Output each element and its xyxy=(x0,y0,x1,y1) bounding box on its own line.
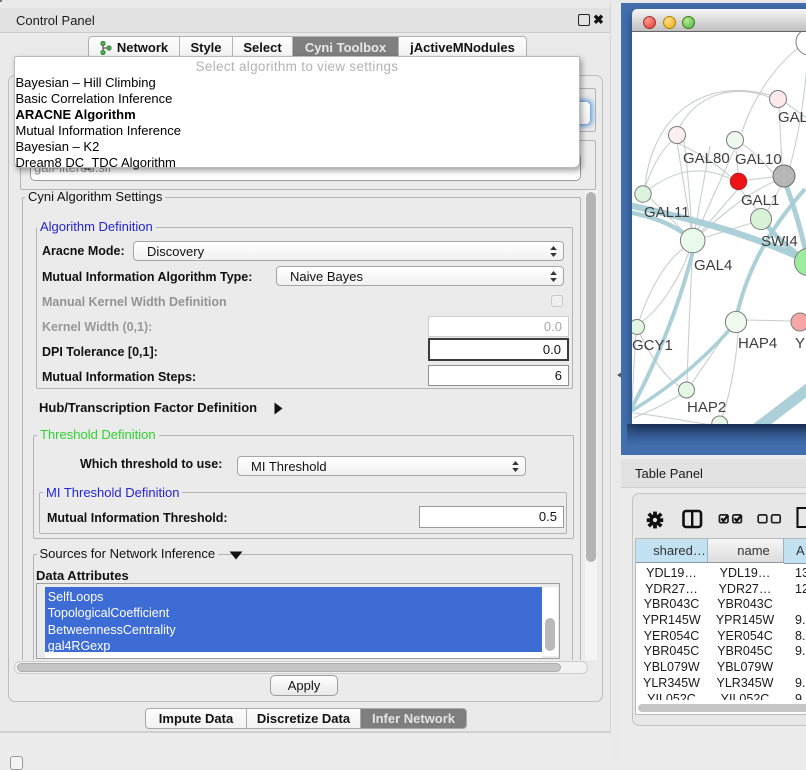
svg-text:YD: YD xyxy=(795,335,806,352)
svg-text:HAP2: HAP2 xyxy=(687,399,726,416)
svg-text:GAL11: GAL11 xyxy=(644,204,690,221)
svg-text:GAL1: GAL1 xyxy=(741,192,779,209)
svg-text:GAL7: GAL7 xyxy=(778,109,806,126)
svg-text:GAL80: GAL80 xyxy=(683,150,730,167)
svg-text:GCY1: GCY1 xyxy=(632,337,673,354)
svg-text:GAL4: GAL4 xyxy=(694,257,732,274)
svg-text:HAP4: HAP4 xyxy=(738,335,777,352)
svg-text:GAL10: GAL10 xyxy=(735,151,782,168)
svg-text:SWI4: SWI4 xyxy=(761,233,798,250)
